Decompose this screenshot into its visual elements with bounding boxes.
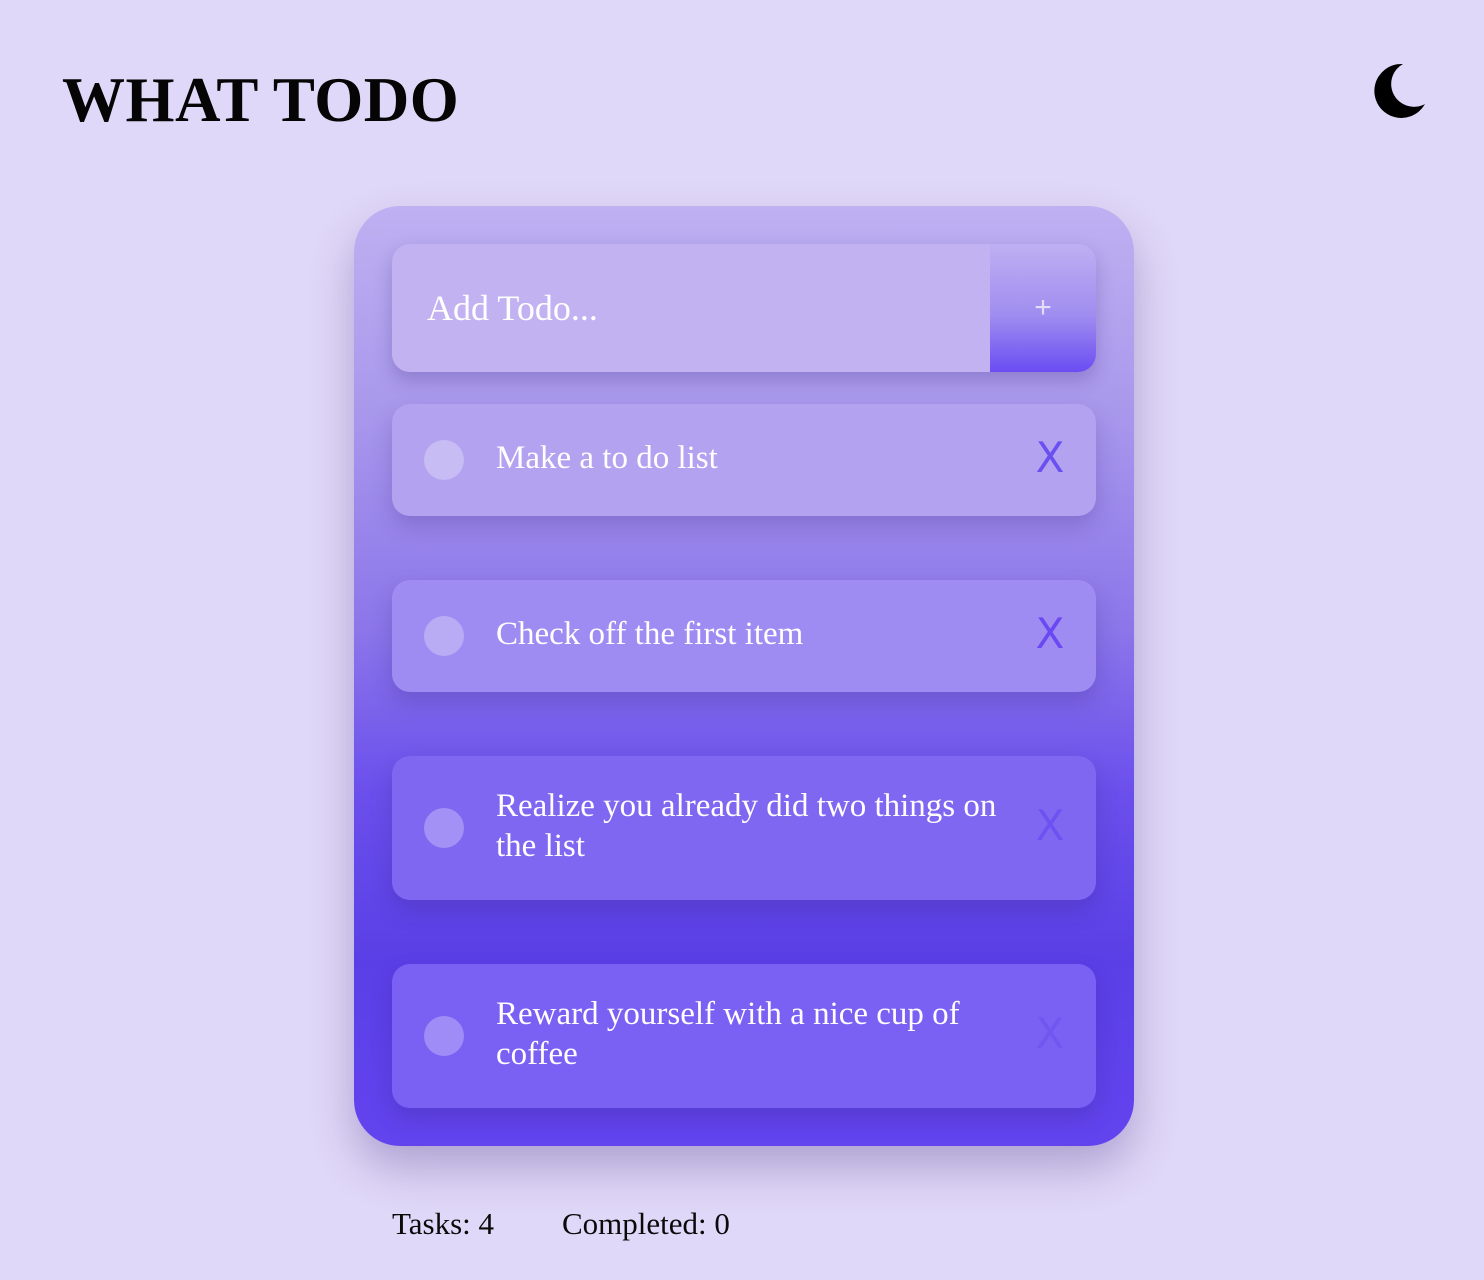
- todo-checkbox[interactable]: [424, 808, 464, 848]
- delete-todo-button[interactable]: X: [1028, 436, 1072, 480]
- theme-toggle-button[interactable]: [1370, 62, 1428, 122]
- todo-text: Reward yourself with a nice cup of coffe…: [496, 996, 960, 1072]
- app-title: WHAT TODO: [62, 65, 460, 135]
- delete-todo-button[interactable]: X: [1028, 612, 1072, 656]
- todo-item: Make a to do list X: [392, 404, 1096, 516]
- completed-count: Completed: 0: [562, 1206, 730, 1241]
- todo-text: Realize you already did two things on th…: [496, 788, 997, 864]
- delete-todo-button[interactable]: X: [1028, 1012, 1072, 1056]
- add-todo-form: +: [392, 244, 1096, 372]
- todo-text: Make a to do list: [496, 440, 718, 476]
- add-todo-button[interactable]: +: [990, 244, 1096, 372]
- todo-item: Reward yourself with a nice cup of coffe…: [392, 964, 1096, 1108]
- moon-icon: [1374, 63, 1425, 118]
- todo-checkbox[interactable]: [424, 440, 464, 480]
- todo-item: Check off the first item X: [392, 580, 1096, 692]
- tasks-count: Tasks: 4: [392, 1206, 495, 1241]
- add-todo-input[interactable]: [392, 244, 990, 372]
- todo-item: Realize you already did two things on th…: [392, 756, 1096, 900]
- todo-text: Check off the first item: [496, 616, 804, 652]
- delete-todo-button[interactable]: X: [1028, 804, 1072, 848]
- todo-checkbox[interactable]: [424, 616, 464, 656]
- todo-checkbox[interactable]: [424, 1016, 464, 1056]
- todo-card: + Make a to do list X Check off the firs…: [354, 206, 1134, 1146]
